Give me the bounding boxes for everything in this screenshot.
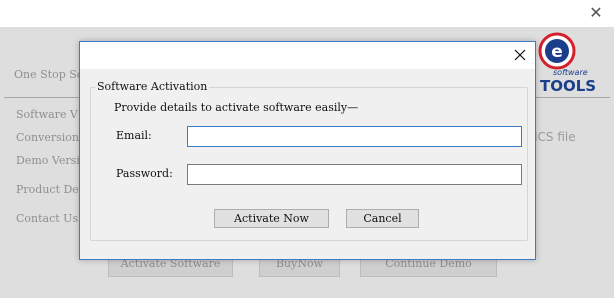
sidebar-item-contact-us[interactable]: Contact Us xyxy=(16,212,78,225)
etools-logo: e software TOOLS xyxy=(527,30,607,96)
main-close-icon[interactable]: ✕ xyxy=(586,3,606,23)
logo-letter: e xyxy=(551,42,563,62)
sidebar-item-software[interactable]: Software V xyxy=(16,108,78,121)
password-label: Password: xyxy=(116,167,173,180)
dialog-close-icon[interactable] xyxy=(510,45,530,65)
brand-tagline: One Stop So xyxy=(14,68,84,81)
logo-software-text: software xyxy=(553,68,588,77)
cancel-button[interactable]: Cancel xyxy=(346,209,419,228)
email-label: Email: xyxy=(116,129,152,142)
logo-brand-text: TOOLS xyxy=(540,77,597,95)
main-title-bar: ✕ xyxy=(0,0,614,27)
password-input[interactable] xyxy=(187,164,522,185)
email-input[interactable] xyxy=(187,126,522,147)
group-title: Software Activation xyxy=(95,80,210,93)
activation-dialog: Software Activation Provide details to a… xyxy=(79,41,536,260)
software-activation-group: Software Activation Provide details to a… xyxy=(90,80,528,241)
dialog-title-bar xyxy=(80,42,535,69)
sidebar-item-product-details[interactable]: Product De xyxy=(16,183,79,196)
sidebar-item-conversion[interactable]: Conversion xyxy=(16,131,79,144)
activate-now-button[interactable]: Activate Now xyxy=(214,209,329,228)
feature-ics-file-text: ICS file xyxy=(534,130,576,144)
sidebar-item-demo-version[interactable]: Demo Versi xyxy=(16,154,80,167)
instruction-text: Provide details to activate software eas… xyxy=(114,101,359,114)
